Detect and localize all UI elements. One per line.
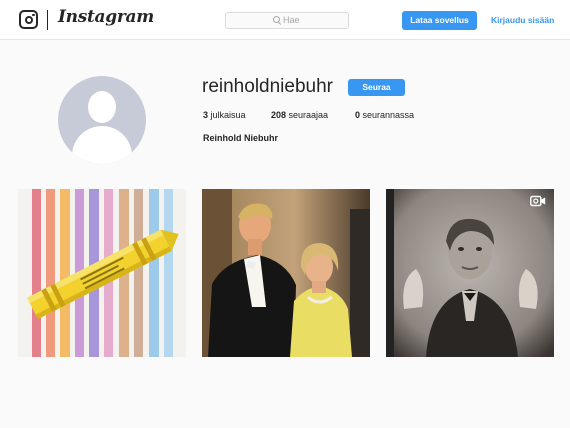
follow-button[interactable]: Seuraa <box>348 79 405 96</box>
video-still-photo <box>386 189 554 357</box>
following-label: seurannassa <box>360 110 415 120</box>
following-count-stat[interactable]: 0 seurannassa <box>355 110 414 120</box>
avatar-placeholder-head <box>88 91 116 123</box>
post-thumbnail-crayon[interactable] <box>18 189 186 357</box>
followers-count: 208 <box>271 110 287 120</box>
couple-photo <box>202 189 370 357</box>
camera-flash-dot <box>32 13 35 16</box>
video-camera-icon <box>530 195 546 207</box>
search-input[interactable]: Hae <box>225 12 349 29</box>
logo-divider <box>47 10 48 30</box>
followers-label: seuraajaa <box>286 110 329 120</box>
posts-label: julkaisua <box>208 110 246 120</box>
profile-avatar[interactable] <box>58 76 146 164</box>
search-placeholder: Hae <box>283 15 300 25</box>
post-thumbnail-couple[interactable] <box>202 189 370 357</box>
followers-count-stat[interactable]: 208 seuraajaa <box>271 110 328 120</box>
login-link[interactable]: Kirjaudu sisään <box>491 15 554 25</box>
profile-full-name: Reinhold Niebuhr <box>203 133 278 143</box>
top-navigation-bar: Instagram Hae Lataa sovellus Kirjaudu si… <box>0 0 570 40</box>
instagram-camera-icon[interactable] <box>19 10 38 29</box>
crayon-photo <box>18 189 186 357</box>
profile-username: reinholdniebuhr <box>202 76 333 97</box>
camera-lens <box>24 15 33 24</box>
download-app-button[interactable]: Lataa sovellus <box>402 11 477 30</box>
posts-count-stat: 3 julkaisua <box>203 110 246 120</box>
search-icon <box>273 16 280 23</box>
post-thumbnail-video[interactable] <box>386 189 554 357</box>
avatar-placeholder-body <box>72 126 132 164</box>
instagram-wordmark-logo[interactable]: Instagram <box>58 7 154 27</box>
